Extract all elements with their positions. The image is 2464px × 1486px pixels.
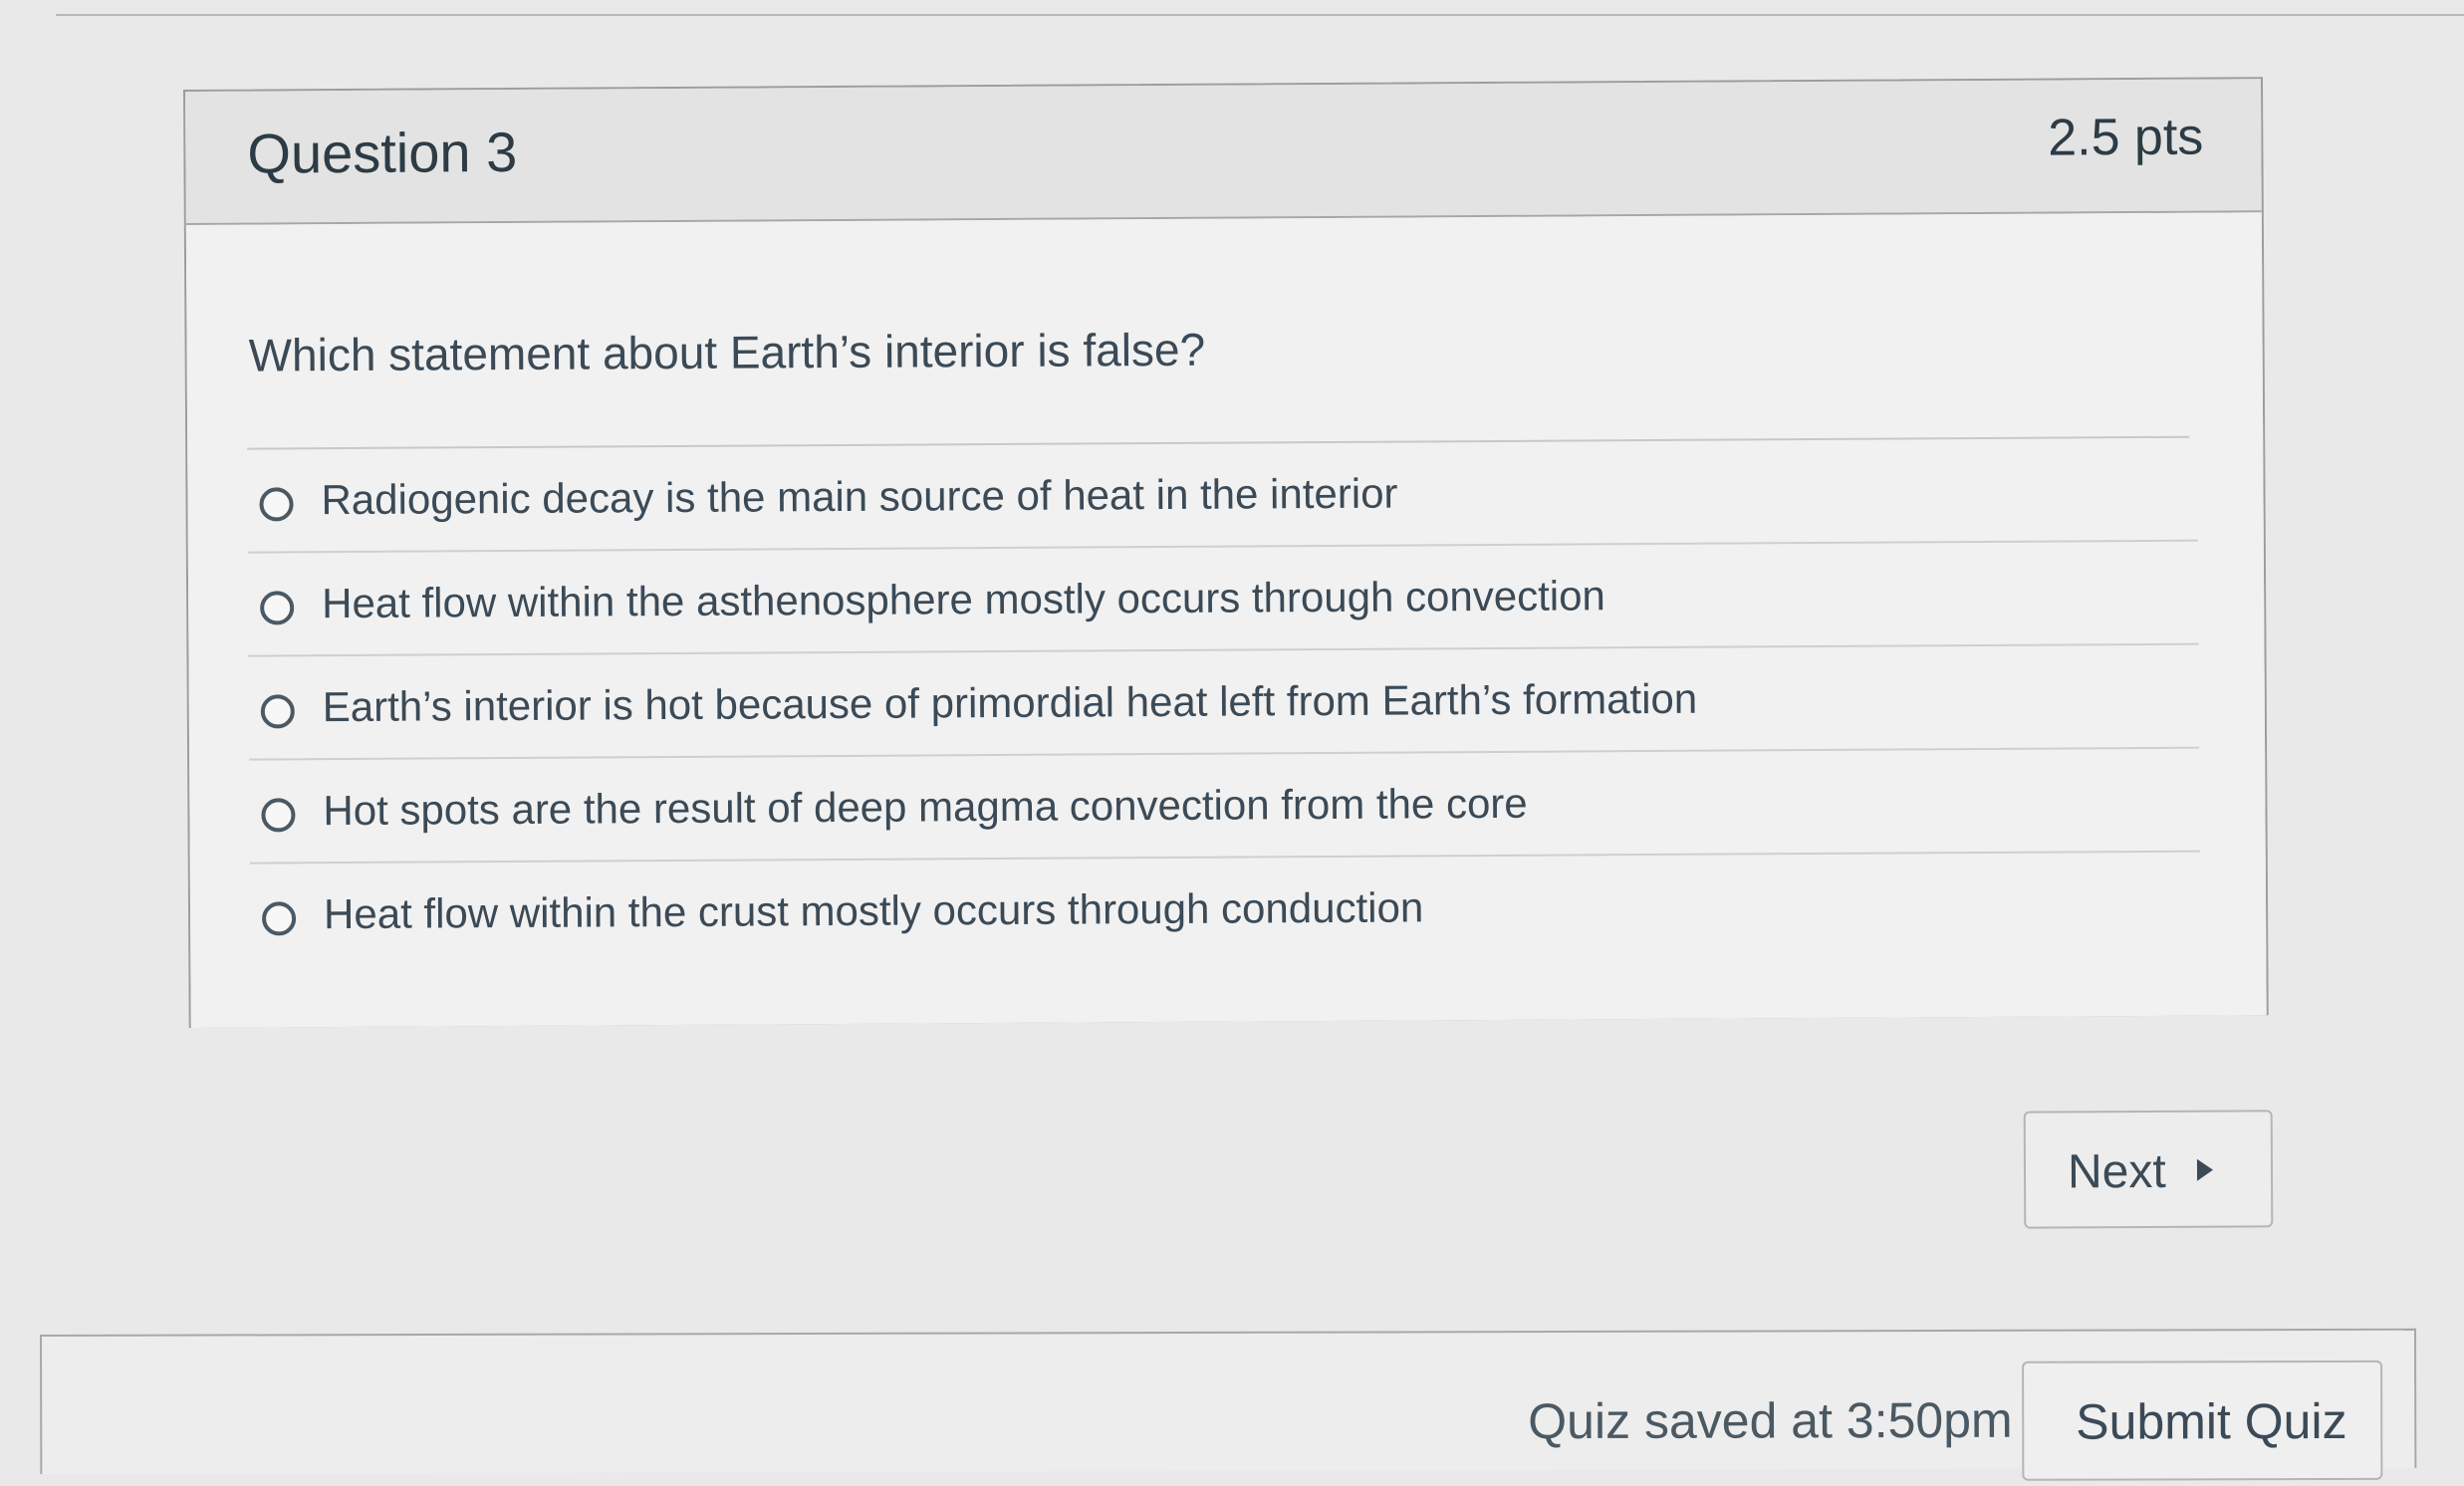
question-points: 2.5 pts [2048,108,2204,167]
radio-button-icon[interactable] [261,901,297,936]
radio-button-icon[interactable] [260,591,295,625]
play-triangle-icon [2196,1158,2214,1181]
next-button[interactable]: Next [2023,1110,2274,1229]
quiz-saved-status: Quiz saved at 3:50pm [1528,1391,2013,1450]
submit-quiz-button[interactable]: Submit Quiz [2022,1360,2383,1481]
next-button-label: Next [2067,1144,2166,1199]
answer-option-1[interactable]: Radiogenic decay is the main source of h… [247,437,2198,554]
answer-option-4[interactable]: Hot spots are the result of deep magma c… [249,748,2200,865]
answer-label[interactable]: Hot spots are the result of deep magma c… [323,780,1528,835]
answer-option-5[interactable]: Heat flow within the crust mostly occurs… [250,853,2201,968]
answer-option-3[interactable]: Earth’s interior is hot because of primo… [248,644,2200,761]
answer-label[interactable]: Radiogenic decay is the main source of h… [321,470,1397,525]
answer-label[interactable]: Heat flow within the asthenosphere mostl… [322,572,1605,627]
radio-button-icon[interactable] [259,487,294,522]
question-title: Question 3 [247,120,518,185]
top-divider [56,14,2464,16]
question-card: Question 3 2.5 pts Which statement about… [183,77,2269,1028]
answer-label[interactable]: Heat flow within the crust mostly occurs… [324,883,1423,938]
question-body: Which statement about Earth’s interior i… [185,212,2267,1028]
radio-button-icon[interactable] [261,798,296,833]
answer-label[interactable]: Earth’s interior is hot because of primo… [323,675,1698,731]
quiz-footer: Quiz saved at 3:50pm Submit Quiz [40,1328,2417,1481]
answer-list: Radiogenic decay is the main source of h… [247,437,2201,968]
answer-option-2[interactable]: Heat flow within the asthenosphere mostl… [247,541,2199,657]
question-text: Which statement about Earth’s interior i… [248,323,1206,381]
question-header: Question 3 2.5 pts [185,79,2262,225]
radio-button-icon[interactable] [260,694,295,729]
